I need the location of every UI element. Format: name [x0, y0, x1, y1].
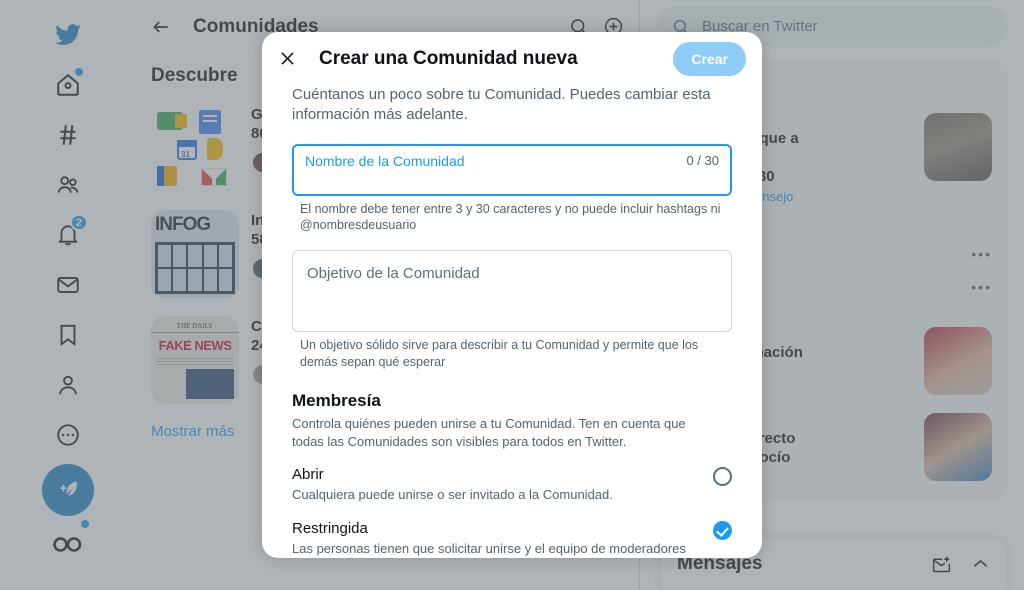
membership-option-title: Restringida	[292, 520, 368, 538]
modal-intro-text: Cuéntanos un poco sobre tu Comunidad. Pu…	[292, 86, 711, 124]
membership-description: Controla quiénes pueden unirse a tu Comu…	[292, 416, 686, 449]
character-counter: 0 / 30	[686, 152, 719, 168]
membership-option-description: Cualquiera puede unirse o ser invitado a…	[292, 487, 613, 503]
membership-option-text: Restringida Las personas tienen que soli…	[292, 520, 703, 558]
community-purpose-input[interactable]: Objetivo de la Comunidad	[292, 250, 732, 333]
create-button[interactable]: Crear	[673, 41, 746, 76]
community-name-hint: El nombre debe tener entre 3 y 30 caract…	[300, 201, 721, 233]
close-icon[interactable]	[278, 49, 297, 68]
create-community-modal: Crear una Comunidad nueva Crear Cuéntano…	[262, 32, 762, 558]
radio-open[interactable]	[713, 467, 732, 487]
community-purpose-label: Objetivo de la Comunidad	[307, 265, 480, 283]
twitter-communities-screen: 2	[0, 0, 1024, 590]
membership-option-description: Las personas tienen que solicitar unirse…	[292, 541, 686, 557]
membership-option-open[interactable]: Abrir Cualquiera puede unirse o ser invi…	[292, 466, 732, 504]
radio-restricted[interactable]	[713, 521, 732, 541]
membership-option-restricted[interactable]: Restringida Las personas tienen que soli…	[292, 520, 732, 558]
membership-heading: Membresía	[292, 391, 381, 410]
community-purpose-hint: Un objetivo sólido sirve para describir …	[300, 338, 699, 370]
community-name-label: Nombre de la Comunidad	[305, 152, 465, 169]
membership-option-text: Abrir Cualquiera puede unirse o ser invi…	[292, 466, 703, 504]
membership-option-title: Abrir	[292, 466, 324, 484]
modal-title: Crear una Comunidad nueva	[319, 47, 578, 69]
modal-header: Crear una Comunidad nueva Crear	[262, 32, 762, 85]
community-name-input[interactable]: Nombre de la Comunidad 0 / 30	[292, 143, 732, 196]
modal-body: Cuéntanos un poco sobre tu Comunidad. Pu…	[262, 85, 762, 558]
